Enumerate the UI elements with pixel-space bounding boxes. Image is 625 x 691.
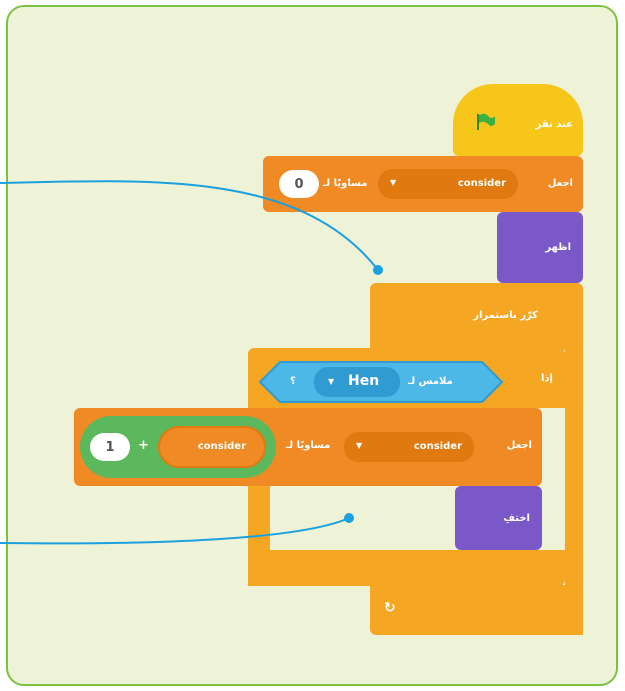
- variable-reporter[interactable]: consider: [158, 426, 266, 468]
- set-variable-block-2[interactable]: اجعل consider ▼ مساويًا لـ 1 + consider: [74, 408, 542, 486]
- variable-name: consider: [413, 441, 462, 452]
- to-label: مساويًا لـ: [286, 440, 331, 451]
- operand-value[interactable]: 1: [90, 433, 130, 461]
- repeat-arrow-icon: ↻: [384, 600, 396, 616]
- forever-label: كرّر باستمرار: [473, 310, 538, 321]
- when-clicked-label: عند نقر: [535, 119, 573, 130]
- hide-block[interactable]: اختفِ: [455, 486, 542, 550]
- plus-operator: +: [138, 438, 149, 453]
- set-label: اجعل: [547, 178, 573, 189]
- green-flag-icon: [477, 113, 495, 130]
- set-variable-block[interactable]: اجعل consider ▼ مساويًا لـ 0: [263, 156, 583, 212]
- sprite-name: Hen: [348, 373, 380, 389]
- question-mark: ؟: [290, 376, 296, 387]
- forever-loop-bottom: ↻: [370, 585, 583, 635]
- chevron-down-icon: ▼: [328, 377, 335, 386]
- chevron-down-icon: ▼: [390, 178, 397, 187]
- show-label: اظهر: [545, 242, 571, 253]
- forever-loop-block[interactable]: كرّر باستمرار: [370, 283, 583, 350]
- variable-name: consider: [457, 178, 506, 189]
- if-label: إذا: [541, 373, 553, 384]
- value-input[interactable]: 0: [279, 170, 319, 198]
- if-block-bottom: [248, 550, 565, 586]
- to-label: مساويًا لـ: [323, 178, 368, 189]
- set-label: اجعل: [506, 440, 532, 451]
- hide-label: اختفِ: [503, 513, 530, 524]
- when-flag-clicked-block[interactable]: عند نقر: [453, 84, 583, 156]
- variable-dropdown[interactable]: consider ▼: [344, 432, 474, 462]
- variable-name: consider: [197, 441, 246, 452]
- sprite-dropdown[interactable]: Hen ▼: [314, 367, 400, 397]
- show-block[interactable]: اظهر: [497, 212, 583, 283]
- touching-label: ملامس لـ: [408, 376, 453, 387]
- chevron-down-icon: ▼: [356, 441, 363, 450]
- addition-operator-block[interactable]: 1 + consider: [80, 416, 276, 478]
- variable-dropdown[interactable]: consider ▼: [378, 169, 518, 199]
